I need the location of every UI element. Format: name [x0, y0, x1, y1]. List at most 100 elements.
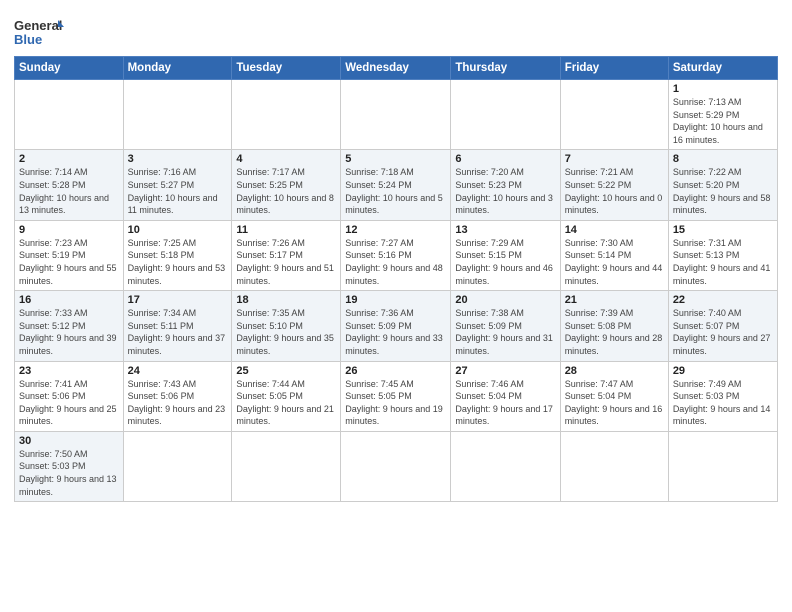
day-number: 26: [345, 365, 446, 377]
day-info: Sunrise: 7:17 AM Sunset: 5:25 PM Dayligh…: [236, 166, 336, 216]
calendar-cell: [451, 431, 560, 501]
day-number: 30: [19, 435, 119, 447]
day-number: 14: [565, 224, 664, 236]
calendar-week-row: 9Sunrise: 7:23 AM Sunset: 5:19 PM Daylig…: [15, 220, 778, 290]
day-info: Sunrise: 7:31 AM Sunset: 5:13 PM Dayligh…: [673, 237, 773, 287]
calendar-cell: 28Sunrise: 7:47 AM Sunset: 5:04 PM Dayli…: [560, 361, 668, 431]
calendar-cell: [560, 80, 668, 150]
weekday-header-thursday: Thursday: [451, 57, 560, 80]
day-info: Sunrise: 7:18 AM Sunset: 5:24 PM Dayligh…: [345, 166, 446, 216]
day-info: Sunrise: 7:34 AM Sunset: 5:11 PM Dayligh…: [128, 307, 228, 357]
weekday-header-wednesday: Wednesday: [341, 57, 451, 80]
calendar-week-row: 16Sunrise: 7:33 AM Sunset: 5:12 PM Dayli…: [15, 291, 778, 361]
calendar-cell: [451, 80, 560, 150]
svg-text:General: General: [14, 18, 62, 33]
day-number: 23: [19, 365, 119, 377]
day-number: 11: [236, 224, 336, 236]
page: General Blue SundayMondayTuesdayWednesda…: [0, 0, 792, 612]
day-number: 6: [455, 153, 555, 165]
calendar-cell: 14Sunrise: 7:30 AM Sunset: 5:14 PM Dayli…: [560, 220, 668, 290]
day-number: 10: [128, 224, 228, 236]
day-info: Sunrise: 7:43 AM Sunset: 5:06 PM Dayligh…: [128, 378, 228, 428]
calendar-cell: 20Sunrise: 7:38 AM Sunset: 5:09 PM Dayli…: [451, 291, 560, 361]
calendar-cell: 11Sunrise: 7:26 AM Sunset: 5:17 PM Dayli…: [232, 220, 341, 290]
calendar-cell: 30Sunrise: 7:50 AM Sunset: 5:03 PM Dayli…: [15, 431, 124, 501]
day-info: Sunrise: 7:16 AM Sunset: 5:27 PM Dayligh…: [128, 166, 228, 216]
calendar-cell: [15, 80, 124, 150]
day-info: Sunrise: 7:36 AM Sunset: 5:09 PM Dayligh…: [345, 307, 446, 357]
day-number: 22: [673, 294, 773, 306]
svg-text:Blue: Blue: [14, 32, 42, 47]
calendar-cell: [560, 431, 668, 501]
calendar-cell: [123, 431, 232, 501]
day-info: Sunrise: 7:21 AM Sunset: 5:22 PM Dayligh…: [565, 166, 664, 216]
header: General Blue: [14, 10, 778, 50]
day-info: Sunrise: 7:41 AM Sunset: 5:06 PM Dayligh…: [19, 378, 119, 428]
calendar-cell: 19Sunrise: 7:36 AM Sunset: 5:09 PM Dayli…: [341, 291, 451, 361]
day-info: Sunrise: 7:47 AM Sunset: 5:04 PM Dayligh…: [565, 378, 664, 428]
calendar-cell: 24Sunrise: 7:43 AM Sunset: 5:06 PM Dayli…: [123, 361, 232, 431]
calendar-cell: [123, 80, 232, 150]
day-number: 20: [455, 294, 555, 306]
day-number: 21: [565, 294, 664, 306]
calendar-cell: [341, 80, 451, 150]
day-info: Sunrise: 7:33 AM Sunset: 5:12 PM Dayligh…: [19, 307, 119, 357]
day-info: Sunrise: 7:22 AM Sunset: 5:20 PM Dayligh…: [673, 166, 773, 216]
day-number: 18: [236, 294, 336, 306]
day-info: Sunrise: 7:14 AM Sunset: 5:28 PM Dayligh…: [19, 166, 119, 216]
day-info: Sunrise: 7:44 AM Sunset: 5:05 PM Dayligh…: [236, 378, 336, 428]
day-number: 8: [673, 153, 773, 165]
day-info: Sunrise: 7:39 AM Sunset: 5:08 PM Dayligh…: [565, 307, 664, 357]
calendar-cell: 3Sunrise: 7:16 AM Sunset: 5:27 PM Daylig…: [123, 150, 232, 220]
calendar-cell: 29Sunrise: 7:49 AM Sunset: 5:03 PM Dayli…: [668, 361, 777, 431]
calendar-cell: 25Sunrise: 7:44 AM Sunset: 5:05 PM Dayli…: [232, 361, 341, 431]
day-number: 5: [345, 153, 446, 165]
day-number: 9: [19, 224, 119, 236]
calendar-cell: [341, 431, 451, 501]
calendar-cell: 27Sunrise: 7:46 AM Sunset: 5:04 PM Dayli…: [451, 361, 560, 431]
calendar-cell: 12Sunrise: 7:27 AM Sunset: 5:16 PM Dayli…: [341, 220, 451, 290]
day-info: Sunrise: 7:35 AM Sunset: 5:10 PM Dayligh…: [236, 307, 336, 357]
calendar-cell: 13Sunrise: 7:29 AM Sunset: 5:15 PM Dayli…: [451, 220, 560, 290]
calendar-cell: [232, 80, 341, 150]
calendar-cell: 8Sunrise: 7:22 AM Sunset: 5:20 PM Daylig…: [668, 150, 777, 220]
calendar-cell: 21Sunrise: 7:39 AM Sunset: 5:08 PM Dayli…: [560, 291, 668, 361]
day-info: Sunrise: 7:46 AM Sunset: 5:04 PM Dayligh…: [455, 378, 555, 428]
day-number: 29: [673, 365, 773, 377]
day-info: Sunrise: 7:13 AM Sunset: 5:29 PM Dayligh…: [673, 96, 773, 146]
day-number: 24: [128, 365, 228, 377]
calendar-cell: 2Sunrise: 7:14 AM Sunset: 5:28 PM Daylig…: [15, 150, 124, 220]
day-info: Sunrise: 7:27 AM Sunset: 5:16 PM Dayligh…: [345, 237, 446, 287]
calendar-cell: 22Sunrise: 7:40 AM Sunset: 5:07 PM Dayli…: [668, 291, 777, 361]
calendar-cell: 18Sunrise: 7:35 AM Sunset: 5:10 PM Dayli…: [232, 291, 341, 361]
day-number: 27: [455, 365, 555, 377]
calendar-cell: 1Sunrise: 7:13 AM Sunset: 5:29 PM Daylig…: [668, 80, 777, 150]
calendar-week-row: 23Sunrise: 7:41 AM Sunset: 5:06 PM Dayli…: [15, 361, 778, 431]
weekday-header-row: SundayMondayTuesdayWednesdayThursdayFrid…: [15, 57, 778, 80]
calendar-week-row: 30Sunrise: 7:50 AM Sunset: 5:03 PM Dayli…: [15, 431, 778, 501]
calendar-cell: [668, 431, 777, 501]
day-info: Sunrise: 7:25 AM Sunset: 5:18 PM Dayligh…: [128, 237, 228, 287]
logo: General Blue: [14, 14, 64, 50]
day-info: Sunrise: 7:29 AM Sunset: 5:15 PM Dayligh…: [455, 237, 555, 287]
calendar-cell: 26Sunrise: 7:45 AM Sunset: 5:05 PM Dayli…: [341, 361, 451, 431]
day-info: Sunrise: 7:45 AM Sunset: 5:05 PM Dayligh…: [345, 378, 446, 428]
day-info: Sunrise: 7:40 AM Sunset: 5:07 PM Dayligh…: [673, 307, 773, 357]
calendar-week-row: 1Sunrise: 7:13 AM Sunset: 5:29 PM Daylig…: [15, 80, 778, 150]
calendar-cell: 5Sunrise: 7:18 AM Sunset: 5:24 PM Daylig…: [341, 150, 451, 220]
weekday-header-saturday: Saturday: [668, 57, 777, 80]
day-info: Sunrise: 7:50 AM Sunset: 5:03 PM Dayligh…: [19, 448, 119, 498]
calendar-cell: 17Sunrise: 7:34 AM Sunset: 5:11 PM Dayli…: [123, 291, 232, 361]
day-number: 2: [19, 153, 119, 165]
day-info: Sunrise: 7:23 AM Sunset: 5:19 PM Dayligh…: [19, 237, 119, 287]
day-number: 3: [128, 153, 228, 165]
calendar-cell: 7Sunrise: 7:21 AM Sunset: 5:22 PM Daylig…: [560, 150, 668, 220]
day-info: Sunrise: 7:30 AM Sunset: 5:14 PM Dayligh…: [565, 237, 664, 287]
weekday-header-tuesday: Tuesday: [232, 57, 341, 80]
calendar-week-row: 2Sunrise: 7:14 AM Sunset: 5:28 PM Daylig…: [15, 150, 778, 220]
day-number: 15: [673, 224, 773, 236]
day-number: 17: [128, 294, 228, 306]
day-number: 12: [345, 224, 446, 236]
day-info: Sunrise: 7:26 AM Sunset: 5:17 PM Dayligh…: [236, 237, 336, 287]
day-number: 25: [236, 365, 336, 377]
